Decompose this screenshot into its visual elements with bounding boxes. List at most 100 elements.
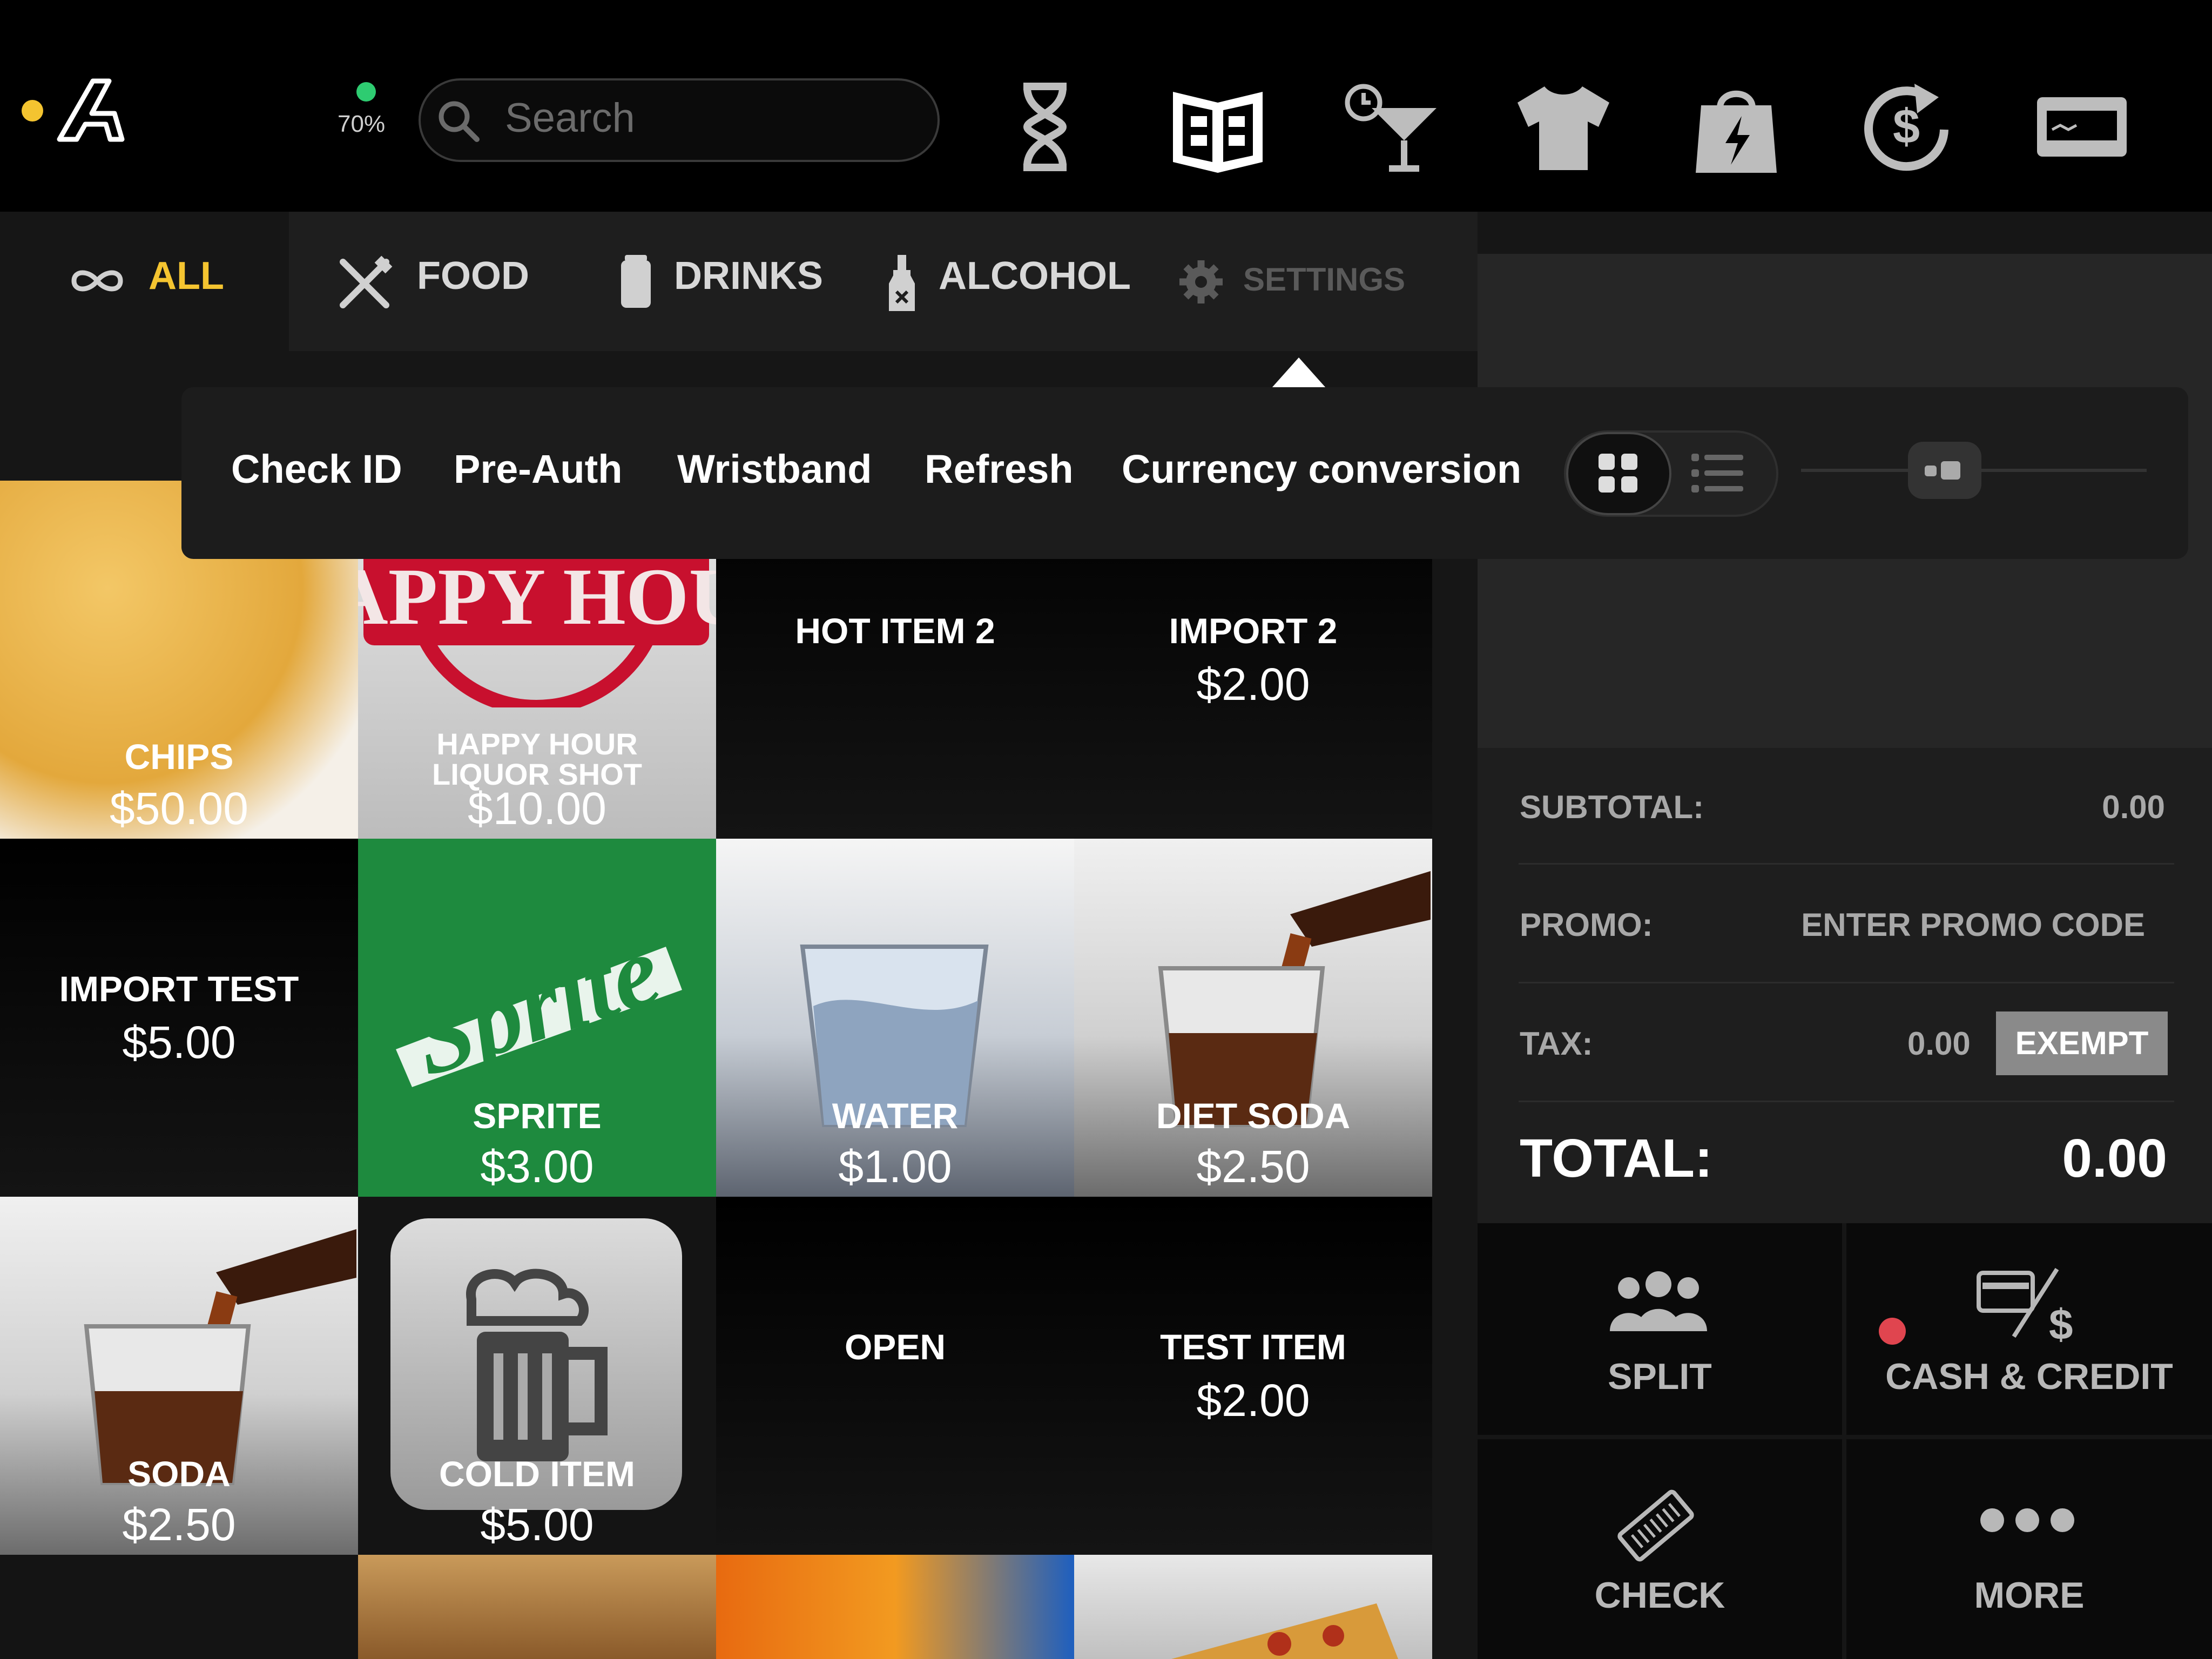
card-icon[interactable]: [2031, 76, 2133, 178]
grid-icon: [1599, 454, 1637, 493]
product-price: $3.00: [480, 1141, 594, 1192]
check-id-button[interactable]: Check ID: [231, 446, 402, 492]
tab-drinks[interactable]: DRINKS: [674, 254, 823, 298]
promo-code-field[interactable]: ENTER PROMO CODE: [1801, 906, 2145, 943]
product-price: $2.00: [1196, 659, 1310, 710]
tax-exempt-button[interactable]: EXEMPT: [1996, 1011, 2168, 1075]
gear-icon: [1179, 260, 1223, 304]
product-price: $1.00: [838, 1141, 952, 1192]
status-dot: [22, 100, 43, 122]
divider: [1519, 1101, 2174, 1102]
product-name: HAPPY HOUR LIQUOR SHOT: [432, 727, 642, 791]
tab-all[interactable]: ALL: [149, 254, 224, 298]
product-name: IMPORT TEST: [59, 969, 299, 1009]
product-name: WATER: [832, 1096, 959, 1136]
product-name: DIET SODA: [1156, 1096, 1351, 1136]
grid-empty-cell: [0, 1555, 358, 1659]
product-tile-cold-item[interactable]: COLD ITEM $5.00: [358, 1197, 716, 1555]
product-name: HOT ITEM 2: [795, 611, 995, 651]
pizza-image: [1171, 1603, 1398, 1659]
product-tile-water[interactable]: WATER $1.00: [716, 839, 1074, 1197]
alert-dot: [1879, 1318, 1906, 1345]
check-label: CHECK: [1594, 1575, 1725, 1616]
product-tile-fanta[interactable]: [716, 1555, 1074, 1659]
popover-arrow: [1272, 358, 1326, 388]
product-name: OPEN: [844, 1327, 946, 1367]
cash-credit-icon: $: [1977, 1267, 2073, 1342]
product-name: CHIPS: [124, 737, 234, 777]
product-name: IMPORT 2: [1169, 611, 1338, 651]
category-all-tab-bg: [0, 212, 289, 351]
sprite-logo-image: Sprite: [396, 914, 682, 1087]
product-tile-sprite[interactable]: Sprite SPRITE $3.00: [358, 839, 716, 1197]
battery-status-dot: [356, 82, 376, 102]
refund-icon[interactable]: $: [1858, 76, 1960, 178]
fork-knife-icon: [340, 255, 393, 308]
product-price: $2.50: [122, 1499, 236, 1550]
pre-auth-button[interactable]: Pre-Auth: [454, 446, 622, 492]
svg-text:$: $: [2049, 1300, 2073, 1342]
tax-label: TAX:: [1520, 1026, 1593, 1062]
product-tile-soda[interactable]: SODA $2.50: [0, 1197, 358, 1555]
divider: [1519, 863, 2174, 865]
search-bar[interactable]: [419, 78, 940, 162]
subtotal-value: 0.00: [2102, 789, 2165, 825]
product-price: $10.00: [468, 783, 606, 834]
happy-hour-cocktail-icon[interactable]: [1339, 76, 1442, 178]
bottle-icon: [889, 255, 915, 311]
product-price: $5.00: [122, 1017, 236, 1068]
can-icon: [621, 255, 651, 308]
product-tile-import-test[interactable]: IMPORT TEST $5.00: [0, 839, 358, 1197]
product-name: SODA: [127, 1454, 231, 1494]
more-button[interactable]: MORE: [1846, 1439, 2212, 1659]
product-price: $2.50: [1196, 1141, 1310, 1192]
tab-food[interactable]: FOOD: [417, 254, 529, 298]
svg-text:HAPPY HOUR: HAPPY HOUR: [358, 552, 716, 642]
battery-level: 70%: [338, 111, 386, 137]
product-tile-test-item[interactable]: TEST ITEM $2.00: [1074, 1197, 1432, 1555]
tax-value: 0.00: [1907, 1026, 1971, 1062]
product-price: $5.00: [480, 1499, 594, 1550]
split-label: SPLIT: [1608, 1356, 1712, 1397]
product-tile-open[interactable]: OPEN: [716, 1197, 1074, 1555]
cash-credit-button[interactable]: $ CASH & CREDIT: [1846, 1223, 2212, 1435]
more-label: MORE: [1974, 1575, 2085, 1616]
subtotal-label: SUBTOTAL:: [1520, 789, 1704, 825]
product-name: TEST ITEM: [1160, 1327, 1346, 1367]
search-input[interactable]: Search: [505, 95, 635, 141]
check-button[interactable]: CHECK: [1478, 1439, 1842, 1659]
cash-credit-label: CASH & CREDIT: [1885, 1356, 2173, 1397]
list-view-icon[interactable]: [1690, 451, 1744, 495]
check-ticket-icon: [1617, 1489, 1694, 1562]
product-price: $50.00: [110, 783, 248, 834]
hourglass-icon[interactable]: [994, 76, 1096, 178]
divider: [1519, 982, 2174, 983]
total-value: 0.00: [2062, 1128, 2167, 1189]
promo-label: PROMO:: [1520, 907, 1653, 943]
product-tile-tacos[interactable]: [358, 1555, 716, 1659]
search-icon: [439, 101, 480, 142]
total-label: TOTAL:: [1520, 1128, 1713, 1189]
product-name: COLD ITEM: [439, 1454, 635, 1494]
tab-settings[interactable]: SETTINGS: [1243, 261, 1405, 298]
beer-mug-icon: [466, 1269, 608, 1461]
app-logo-icon[interactable]: [54, 76, 132, 143]
refresh-button[interactable]: Refresh: [925, 446, 1074, 492]
svg-text:$: $: [1893, 100, 1920, 154]
tshirt-icon[interactable]: [1512, 76, 1615, 178]
currency-conversion-button[interactable]: Currency conversion: [1122, 446, 1521, 492]
split-button[interactable]: SPLIT: [1478, 1223, 1842, 1435]
product-name: SPRITE: [473, 1096, 602, 1136]
people-group-icon: [1610, 1271, 1707, 1331]
tile-size-icon: [1925, 461, 1960, 480]
shopping-bag-icon[interactable]: [1685, 76, 1788, 178]
product-tile-pizza[interactable]: [1074, 1555, 1432, 1659]
menu-book-icon[interactable]: [1166, 76, 1269, 178]
product-price: $2.00: [1196, 1375, 1310, 1426]
infinity-icon: [71, 270, 123, 292]
product-tile-diet-soda[interactable]: DIET SODA $2.50: [1074, 839, 1432, 1197]
wristband-button[interactable]: Wristband: [677, 446, 872, 492]
more-dots-icon: [1980, 1508, 2074, 1532]
svg-text:Sprite: Sprite: [399, 914, 673, 1087]
tab-alcohol[interactable]: ALCOHOL: [939, 254, 1131, 298]
